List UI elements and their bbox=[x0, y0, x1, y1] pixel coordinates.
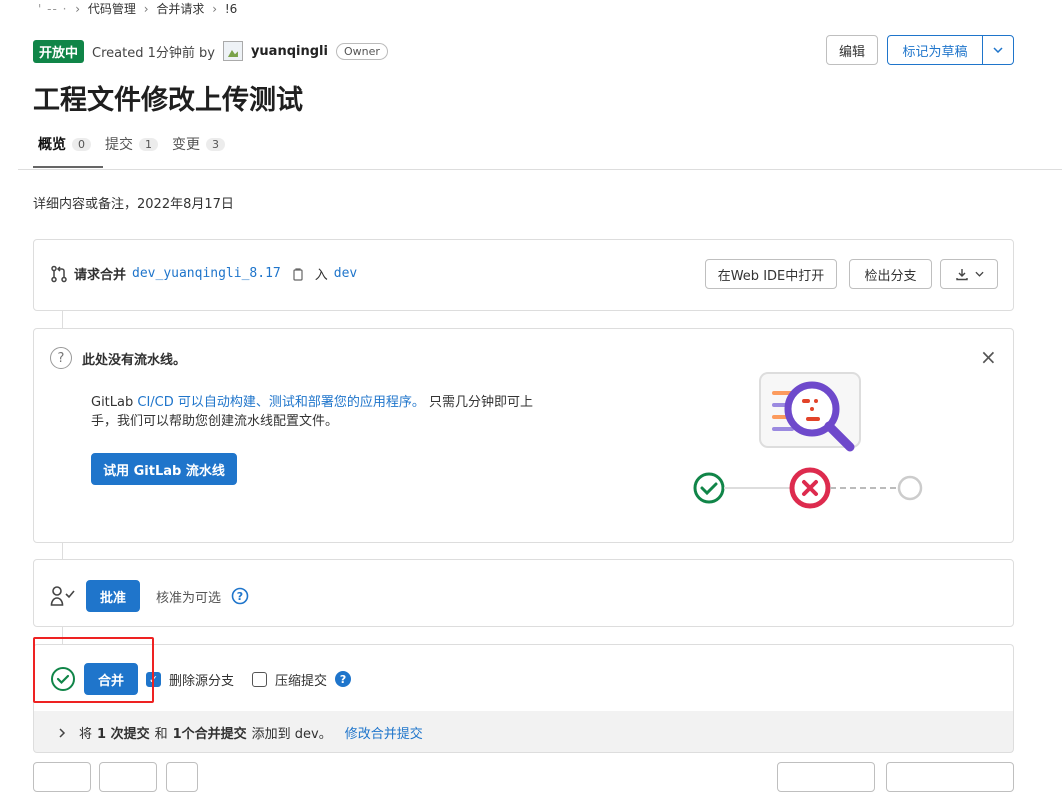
timeline-line bbox=[62, 542, 63, 560]
merge-button[interactable]: 合并 bbox=[84, 663, 138, 695]
merge-label: 合并 bbox=[97, 673, 124, 689]
breadcrumb-item-code[interactable]: 代码管理 bbox=[88, 2, 136, 16]
merge-info-card: 请求合并 dev_yuanqingli_8.17 入 dev 在Web IDE中… bbox=[33, 239, 1014, 311]
tab-overview-count: 0 bbox=[72, 137, 91, 151]
download-icon bbox=[955, 269, 968, 281]
into-text: 入 bbox=[314, 268, 328, 283]
open-web-ide-button[interactable]: 在Web IDE中打开 bbox=[705, 259, 837, 289]
status-badge: 开放中 bbox=[33, 39, 85, 63]
mark-draft-label: 标记为草稿 bbox=[902, 44, 968, 60]
active-tab-indicator bbox=[33, 166, 103, 168]
chevron-right-icon[interactable] bbox=[58, 727, 66, 738]
checkout-branch-button[interactable]: 检出分支 bbox=[849, 259, 932, 289]
checkout-branch-label: 检出分支 bbox=[864, 268, 917, 284]
svg-text:?: ? bbox=[237, 590, 243, 603]
download-dropdown-button[interactable] bbox=[940, 259, 998, 289]
timeline-line bbox=[62, 626, 63, 644]
pipeline-title: 此处没有流水线。 bbox=[82, 352, 187, 368]
pipeline-illustration bbox=[693, 372, 923, 509]
mr-tabs: 概览 0 提交 1 变更 3 bbox=[38, 134, 225, 154]
chevron-right-icon: › bbox=[212, 2, 218, 16]
breadcrumb: ' -- · › 代码管理 › 合并请求 › !6 bbox=[38, 0, 237, 17]
merge-request-icon bbox=[51, 265, 67, 282]
tab-commits-count: 1 bbox=[139, 137, 158, 151]
summary-text-1: 将 bbox=[79, 727, 93, 742]
summary-text-2: 和 bbox=[154, 727, 168, 742]
bottom-button[interactable] bbox=[33, 762, 91, 792]
squash-label: 压缩提交 bbox=[275, 673, 328, 689]
try-pipeline-label: 试用 GitLab 流水线 bbox=[103, 463, 225, 479]
tab-commits[interactable]: 提交 1 bbox=[105, 134, 158, 154]
merge-request-prefix: 请求合并 bbox=[74, 268, 127, 283]
draft-dropdown-button[interactable] bbox=[982, 35, 1014, 65]
breadcrumb-item-project[interactable]: ' -- · bbox=[38, 2, 67, 16]
avatar[interactable] bbox=[222, 41, 243, 61]
check-circle-icon bbox=[51, 667, 75, 691]
merge-card: 合并 ✓ 删除源分支 压缩提交 ? bbox=[33, 644, 1014, 712]
tab-overview[interactable]: 概览 0 bbox=[38, 134, 91, 154]
bottom-button[interactable] bbox=[777, 762, 875, 792]
approve-label: 批准 bbox=[99, 590, 126, 606]
pipeline-description: GitLab CI/CD 可以自动构建、测试和部署您的应用程序。 只需几分钟即可… bbox=[91, 393, 533, 431]
chevron-right-icon: › bbox=[75, 2, 81, 16]
bottom-button[interactable] bbox=[166, 762, 198, 792]
bottom-button[interactable] bbox=[886, 762, 1014, 792]
tabs-divider bbox=[18, 169, 1062, 170]
target-branch-link[interactable]: dev bbox=[334, 266, 357, 281]
pipeline-card: ? 此处没有流水线。 GitLab CI/CD 可以自动构建、测试和部署您的应用… bbox=[33, 328, 1014, 543]
bottom-button[interactable] bbox=[99, 762, 157, 792]
modify-merge-commit-link[interactable]: 修改合并提交 bbox=[345, 723, 423, 742]
summary-merge-commits: 1个合并提交 bbox=[172, 727, 247, 742]
cicd-link[interactable]: CI/CD 可以自动构建、测试和部署您的应用程序。 bbox=[137, 395, 425, 410]
pipeline-text-prefix: GitLab bbox=[91, 395, 134, 410]
approve-button[interactable]: 批准 bbox=[86, 580, 140, 612]
help-icon[interactable]: ? bbox=[335, 671, 352, 687]
tab-overview-label: 概览 bbox=[38, 137, 66, 153]
source-branch-link[interactable]: dev_yuanqingli_8.17 bbox=[132, 266, 281, 281]
squash-checkbox[interactable] bbox=[252, 671, 268, 687]
chevron-right-icon: › bbox=[143, 2, 149, 16]
breadcrumb-item-current[interactable]: !6 bbox=[225, 2, 237, 16]
created-text: Created 1分钟前 by bbox=[92, 45, 215, 61]
timeline-line bbox=[62, 310, 63, 330]
tab-commits-label: 提交 bbox=[105, 137, 133, 153]
mark-draft-button[interactable]: 标记为草稿 bbox=[887, 35, 983, 65]
open-web-ide-label: 在Web IDE中打开 bbox=[717, 268, 825, 284]
approval-optional-text: 核准为可选 bbox=[156, 590, 222, 606]
pipeline-text-suffix: 只需几分钟即可上 bbox=[429, 395, 534, 410]
chevron-down-icon bbox=[993, 47, 1003, 53]
page-title: 工程文件修改上传测试 bbox=[33, 85, 303, 116]
delete-source-label: 删除源分支 bbox=[169, 673, 235, 689]
question-circle-icon[interactable]: ? bbox=[231, 587, 249, 605]
edit-button[interactable]: 编辑 bbox=[826, 35, 878, 65]
copy-icon[interactable] bbox=[291, 267, 305, 281]
tab-changes[interactable]: 变更 3 bbox=[172, 134, 225, 154]
mr-meta: 开放中 Created 1分钟前 by yuanqingli Owner bbox=[33, 39, 388, 63]
tab-changes-label: 变更 bbox=[172, 137, 200, 153]
chevron-down-icon bbox=[974, 271, 984, 277]
question-circle-icon: ? bbox=[50, 347, 72, 369]
merge-commit-summary: 将 1 次提交 和 1个合并提交 添加到 dev。 修改合并提交 bbox=[33, 711, 1014, 753]
close-icon[interactable]: × bbox=[980, 347, 997, 367]
approval-card: 批准 核准为可选 ? bbox=[33, 559, 1014, 627]
summary-text-3: 添加到 dev。 bbox=[251, 727, 332, 742]
role-badge: Owner bbox=[335, 42, 388, 60]
edit-button-label: 编辑 bbox=[838, 44, 865, 60]
mr-description: 详细内容或备注，2022年8月17日 bbox=[33, 197, 234, 212]
summary-commits: 1 次提交 bbox=[97, 727, 150, 742]
pipeline-text-line2: 手，我们可以帮助您创建流水线配置文件。 bbox=[91, 414, 339, 429]
author-link[interactable]: yuanqingli bbox=[251, 44, 328, 59]
tab-changes-count: 3 bbox=[206, 137, 225, 151]
approval-user-icon bbox=[50, 586, 75, 606]
delete-source-checkbox[interactable]: ✓ bbox=[146, 671, 161, 687]
try-pipeline-button[interactable]: 试用 GitLab 流水线 bbox=[91, 453, 237, 485]
breadcrumb-item-mr[interactable]: 合并请求 bbox=[156, 2, 204, 16]
